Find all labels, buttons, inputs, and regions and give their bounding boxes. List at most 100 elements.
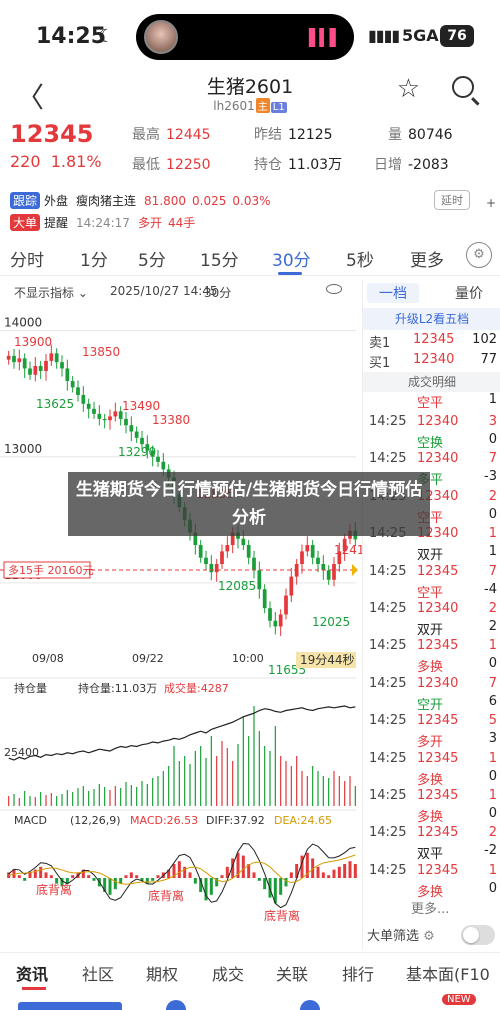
candle-body: [54, 353, 59, 363]
eye-icon[interactable]: [326, 284, 342, 294]
tab-level1[interactable]: 一档: [367, 283, 419, 303]
external-price: 81.800: [144, 194, 187, 208]
trade-price: 12340: [417, 451, 459, 467]
candle-body: [332, 564, 336, 580]
trade-oi-change: -2: [484, 843, 497, 859]
price-annotation: 13490: [122, 399, 160, 413]
candle-body: [198, 545, 203, 558]
trade-oi-change: 6: [488, 693, 497, 709]
kline-chart[interactable]: 1400013000120001390013850136251349013380…: [0, 306, 362, 946]
main-tag: 主: [255, 98, 270, 113]
candle-body: [262, 589, 267, 609]
trade-type: 空平: [417, 585, 444, 601]
trade-volume: 7: [488, 675, 497, 691]
trade-price: 12340: [417, 600, 459, 616]
bid-volume: 77: [480, 352, 497, 367]
settings-small-icon[interactable]: ⚙: [423, 929, 435, 944]
tab-15min[interactable]: 15分: [200, 246, 239, 271]
battery-level: 76: [440, 25, 474, 47]
tab-related[interactable]: 关联: [276, 961, 308, 985]
bottom-tabs: 资讯 社区 期权 成交 关联 排行 基本面(F10: [0, 952, 500, 992]
settle-label: 昨结: [254, 127, 282, 143]
price-annotation: 13625: [36, 397, 74, 411]
new-badge: NEW: [442, 994, 476, 1005]
trade-volume: 7: [488, 563, 497, 579]
oi-change-label: 日增: [374, 157, 402, 173]
indicator-select[interactable]: 不显示指标 ⌄: [14, 284, 88, 301]
tab-fundamentals[interactable]: 基本面(F10: [406, 961, 500, 985]
trade-type: 双开: [417, 548, 444, 564]
trade-oi-change: 0: [488, 432, 497, 447]
trade-time: 14:25: [369, 862, 407, 878]
candle-body: [225, 545, 230, 552]
tab-5sec[interactable]: 5秒: [346, 246, 374, 271]
tab-community[interactable]: 社区: [82, 961, 114, 985]
upgrade-l2-button[interactable]: 升级L2看五档: [363, 308, 500, 330]
circle-button-edge-2[interactable]: [300, 1000, 320, 1010]
trade-time: 14:25: [369, 638, 407, 654]
candle-body: [316, 557, 320, 564]
tab-more[interactable]: 更多: [410, 246, 444, 271]
trade-row: 14:25 12345 1 多换 0: [363, 861, 500, 900]
filter-toggle[interactable]: [461, 925, 495, 945]
tab-volume-price[interactable]: 量价: [455, 283, 483, 303]
candle-body: [273, 620, 278, 627]
trade-oi-change: 0: [488, 768, 497, 784]
macd-pane-label: DIFF:37.92: [206, 814, 265, 827]
plus-icon[interactable]: +: [486, 196, 496, 210]
dynamic-island[interactable]: ▌▍▌: [136, 14, 354, 60]
tab-news[interactable]: 资讯: [16, 961, 48, 985]
more-trades-link[interactable]: 更多...: [411, 898, 449, 917]
delay-button[interactable]: 延时: [434, 190, 470, 210]
candle-body: [220, 551, 224, 564]
trade-price: 12345: [417, 750, 459, 766]
oi-change-cell: 日增 -2083: [374, 154, 449, 174]
trade-oi-change: -4: [484, 581, 497, 597]
tab-options[interactable]: 期权: [146, 961, 178, 985]
trade-price: 12340: [417, 675, 459, 691]
big-order-type: 多开: [137, 216, 162, 230]
tab-1min[interactable]: 1分: [80, 246, 108, 271]
candle-body: [22, 358, 27, 369]
external-market-row[interactable]: 跟踪 外盘 瘦肉猪主连 81.800 0.025 0.03%: [10, 192, 271, 210]
divergence-label: 底背离: [264, 908, 300, 923]
trade-row: 14:25 12345 1 多换 0: [363, 749, 500, 788]
trade-row: 14:25 12345 1 多换 0: [363, 636, 500, 675]
big-order-time: 14:24:17: [76, 216, 130, 230]
trade-list[interactable]: 空平114:25123403空换014:25123407多平-314:25123…: [363, 392, 500, 900]
candle-body: [65, 368, 70, 382]
big-order-row[interactable]: 大单 提醒 14:24:17 多开 44手: [10, 214, 195, 232]
candle-body: [97, 413, 102, 419]
candle-body: [92, 408, 96, 414]
network-label: 5GA: [402, 26, 439, 45]
tab-trades[interactable]: 成交: [212, 961, 244, 985]
candle-body: [284, 595, 288, 615]
tab-ranking[interactable]: 排行: [342, 961, 374, 985]
quote-panel: 12345 220 1.81% 最高 12445 最低 12250 昨结 12125 …: [0, 118, 500, 182]
trade-time: 14:25: [369, 787, 407, 803]
blue-button-edge[interactable]: [18, 1002, 122, 1010]
tab-5min[interactable]: 5分: [138, 246, 166, 271]
candle-body: [268, 608, 272, 621]
volume-pane-label: 成交量:4287: [164, 681, 229, 695]
tab-timeshare[interactable]: 分时: [10, 246, 44, 271]
candle-body: [246, 545, 251, 558]
candle-body: [49, 353, 54, 361]
contract-code: lh2601 主 L1: [0, 98, 500, 113]
star-icon[interactable]: ☆: [397, 74, 420, 104]
trade-oi-change: 2: [488, 618, 497, 634]
volume-pane-label: 持仓量:11.03万: [78, 681, 157, 695]
settle-value: 12125: [288, 127, 333, 143]
trade-row: 14:25 12345 2 双平 -2: [363, 823, 500, 862]
bid-price: 12340: [413, 352, 455, 367]
y-tick-label: 13000: [4, 442, 42, 456]
trade-row: 14:25 12340 2 双开 2: [363, 599, 500, 638]
tab-30min[interactable]: 30分: [272, 246, 311, 271]
candle-body: [60, 362, 64, 369]
circle-button-edge[interactable]: [166, 1000, 186, 1010]
trade-price: 12345: [417, 638, 459, 654]
search-icon[interactable]: [452, 76, 474, 98]
trade-volume: 2: [488, 488, 497, 504]
settings-icon[interactable]: ⚙: [466, 242, 492, 268]
l1-tag: L1: [270, 102, 287, 113]
